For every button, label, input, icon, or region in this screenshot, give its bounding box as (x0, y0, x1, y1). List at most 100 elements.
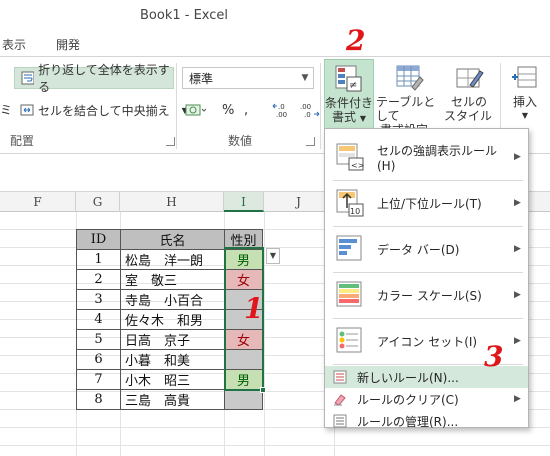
cell-id[interactable]: 3 (76, 289, 121, 310)
insert-cells-icon (510, 63, 540, 93)
format-as-table-button[interactable]: テーブルとして 書式設定 ▼ (376, 59, 442, 137)
cell-name[interactable]: 室 敬三 (120, 269, 225, 290)
cut-off-label: ミ (0, 103, 13, 117)
annotation-step-3: 3 (484, 340, 504, 373)
number-format-value: 標準 (189, 71, 214, 86)
menu-item-color-scales[interactable]: カラー スケール(S) ▶ (325, 273, 528, 317)
cell-id[interactable]: 6 (76, 349, 121, 370)
svg-text:≠: ≠ (349, 80, 357, 91)
ribbon-separator (320, 63, 321, 149)
menu-item-top-bottom-rules[interactable]: 10 上位/下位ルール(T) ▶ (325, 181, 528, 225)
merge-center-label: セルを結合して中央揃え (38, 103, 170, 118)
menu-item-clear-rules[interactable]: ルールのクリア(C) ▶ (325, 388, 528, 410)
fill-handle[interactable] (260, 387, 266, 393)
percent-button[interactable]: % (222, 99, 234, 121)
new-rule-icon (333, 370, 347, 384)
group-label-number: 数値 (228, 134, 253, 148)
svg-text:.0: .0 (278, 103, 285, 111)
currency-button[interactable] (184, 99, 206, 121)
cell-styles-button[interactable]: セルの スタイル ▼ (444, 59, 494, 136)
merge-center-button[interactable]: セルを結合して中央揃え ▼ (14, 99, 188, 121)
merge-center-icon (20, 104, 34, 116)
chevron-down-icon: ▼ (301, 73, 309, 83)
cell-id[interactable]: 4 (76, 309, 121, 330)
svg-text:<>: <> (351, 161, 364, 170)
comma-button[interactable]: , (244, 99, 248, 121)
currency-icon (185, 104, 206, 116)
wrap-text-icon (21, 71, 35, 85)
cell-name[interactable]: 三島 高貴 (120, 389, 225, 410)
format-as-table-label-1: テーブルとして (376, 95, 436, 123)
validation-dropdown-icon[interactable]: ▼ (266, 248, 280, 264)
menu-item-label: 上位/下位ルール(T) (377, 196, 482, 211)
column-header-F[interactable]: F (0, 192, 76, 212)
cell-name[interactable]: 寺島 小百合 (120, 289, 225, 310)
data-bars-icon (335, 234, 365, 264)
conditional-formatting-button[interactable]: ≠ 条件付き 書式 ▼ (324, 59, 374, 129)
submenu-arrow-icon: ▶ (514, 394, 521, 404)
header-id[interactable]: ID (76, 229, 121, 250)
menu-item-manage-rules[interactable]: ルールの管理(R)... (325, 410, 528, 432)
cell-gender[interactable] (224, 389, 263, 410)
conditional-formatting-label-2: 書式 ▼ (332, 110, 366, 124)
submenu-arrow-icon: ▶ (514, 290, 521, 300)
menu-item-label: ルールの管理(R)... (357, 414, 459, 429)
conditional-formatting-label-1: 条件付き (325, 96, 374, 110)
number-launcher-icon[interactable] (306, 137, 315, 146)
column-header-G[interactable]: G (76, 192, 120, 212)
submenu-arrow-icon: ▶ (514, 244, 521, 254)
number-format-select[interactable]: 標準 ▼ (182, 67, 314, 89)
svg-text:.0: .0 (304, 111, 311, 119)
annotation-step-2: 2 (346, 24, 366, 57)
table-row: 8 三島 高貴 (76, 389, 263, 410)
chevron-down-icon: ▼ (521, 111, 529, 120)
cell-id[interactable]: 1 (76, 249, 121, 270)
menu-item-highlight-rules[interactable]: <> セルの強調表示ルール(H) ▶ (325, 135, 528, 179)
cell-styles-icon (454, 63, 484, 93)
increase-decimal-button[interactable]: .0 .00 (272, 99, 294, 121)
cell-name[interactable]: 小暮 和美 (120, 349, 225, 370)
column-header-H[interactable]: H (120, 192, 224, 212)
comma-label: , (244, 102, 249, 118)
gridline (264, 212, 265, 456)
wrap-text-label: 折り返して全体を表示する (38, 63, 170, 94)
menu-item-data-bars[interactable]: データ バー(D) ▶ (325, 227, 528, 271)
svg-text:.00: .00 (300, 103, 311, 111)
color-scales-icon (335, 280, 365, 310)
annotation-step-1: 1 (244, 292, 264, 325)
cell-id[interactable]: 7 (76, 369, 121, 390)
window-title: Book1 - Excel (140, 8, 229, 23)
svg-text:10: 10 (350, 207, 360, 216)
top-bottom-rules-icon: 10 (335, 188, 365, 218)
insert-button[interactable]: 挿入 ▼ (504, 59, 546, 129)
ribbon-tabs: 表示 開発 (0, 32, 550, 56)
insert-label: 挿入 (512, 95, 537, 109)
submenu-arrow-icon: ▶ (514, 336, 521, 346)
cell-styles-label-1: セルの (450, 95, 487, 109)
cell-id[interactable]: 8 (76, 389, 121, 410)
manage-rules-icon (333, 414, 347, 428)
tab-developer[interactable]: 開発 (56, 36, 80, 53)
percent-label: % (222, 102, 235, 118)
tab-view[interactable]: 表示 (2, 36, 26, 53)
highlight-rules-icon: <> (335, 142, 365, 172)
icon-sets-icon (335, 326, 365, 356)
cell-name[interactable]: 日高 京子 (120, 329, 225, 350)
header-name[interactable]: 氏名 (120, 229, 225, 250)
increase-decimal-icon: .0 .00 (272, 103, 287, 119)
alignment-launcher-icon[interactable] (166, 137, 175, 146)
column-header-I[interactable]: I (224, 192, 264, 212)
decrease-decimal-button[interactable]: .00 .0 (298, 99, 320, 121)
cell-name[interactable]: 小木 昭三 (120, 369, 225, 390)
wrap-text-button[interactable]: 折り返して全体を表示する (14, 63, 174, 94)
submenu-arrow-icon: ▶ (514, 152, 521, 162)
menu-item-label: データ バー(D) (377, 242, 460, 257)
menu-item-label: カラー スケール(S) (377, 288, 482, 303)
cell-id[interactable]: 2 (76, 269, 121, 290)
menu-item-label: ルールのクリア(C) (357, 392, 459, 407)
group-label-alignment: 配置 (10, 134, 35, 148)
cell-name[interactable]: 佐々木 和男 (120, 309, 225, 330)
title-bar: Book1 - Excel (0, 0, 550, 32)
cell-name[interactable]: 松島 洋一朗 (120, 249, 225, 270)
cell-id[interactable]: 5 (76, 329, 121, 350)
